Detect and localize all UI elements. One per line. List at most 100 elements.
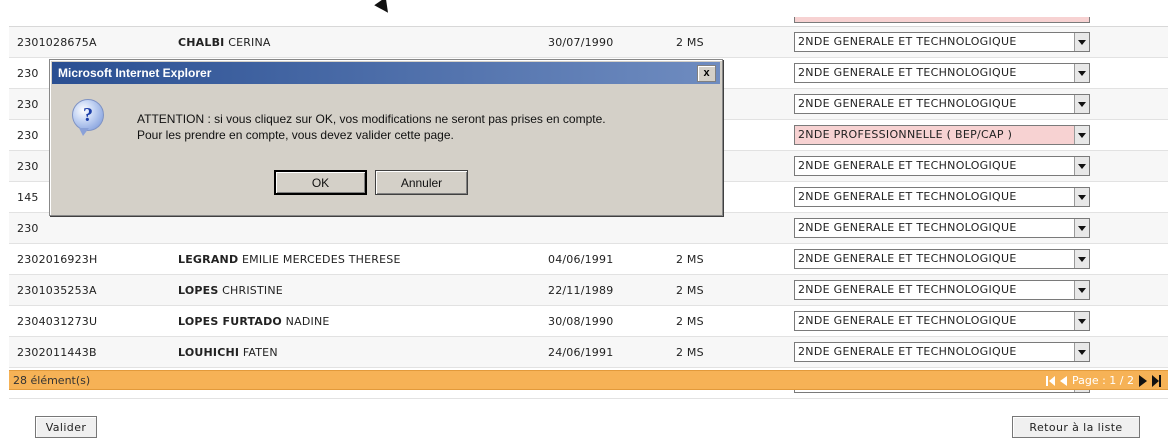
orientation-cell: 2NDE GENERALE ET TECHNOLOGIQUE: [786, 274, 1168, 306]
orientation-select-value: 2NDE GENERALE ET TECHNOLOGIQUE: [798, 159, 1017, 172]
question-icon: ?: [72, 99, 104, 136]
student-lastname: CHALBI: [178, 35, 225, 49]
orientation-select-value: 2NDE GENERALE ET TECHNOLOGIQUE: [798, 283, 1017, 296]
orientation-select[interactable]: 2NDE GENERALE ET TECHNOLOGIQUE: [794, 94, 1090, 114]
chevron-down-icon[interactable]: [1074, 64, 1089, 82]
pager: Page : 1 / 2: [1045, 374, 1162, 387]
birth-date-cell: [540, 212, 668, 244]
student-id-cell: 2301035253A: [9, 274, 170, 306]
ok-button[interactable]: OK: [274, 170, 367, 195]
student-lastname: LOPES FURTADO: [178, 314, 282, 328]
retour-liste-button[interactable]: Retour à la liste: [1012, 416, 1140, 438]
orientation-cell: 2NDE GENERALE ET TECHNOLOGIQUE: [786, 26, 1168, 58]
student-id-cell: 230: [9, 212, 170, 244]
dialog-message-line2: Pour les prendre en compte, vous devez v…: [137, 128, 454, 142]
student-firstnames: NADINE: [285, 314, 330, 328]
orientation-select[interactable]: 2NDE GENERALE ET TECHNOLOGIQUE: [794, 249, 1090, 269]
class-cell: 2 MS: [668, 274, 786, 306]
orientation-select[interactable]: 2NDE GENERALE ET TECHNOLOGIQUE: [794, 342, 1090, 362]
item-count: 28 élément(s): [13, 374, 91, 387]
chevron-down-icon[interactable]: [1074, 95, 1089, 113]
annuler-button[interactable]: Annuler: [375, 170, 468, 195]
confirm-dialog: Microsoft Internet Explorer x ? ATTENTIO…: [49, 59, 723, 216]
orientation-select[interactable]: 2NDE GENERALE ET TECHNOLOGIQUE: [794, 218, 1090, 238]
table-row: 230 2NDE GENERALE ET TECHNOLOGIQUE: [9, 212, 1168, 244]
student-firstnames: CERINA: [228, 35, 271, 49]
orientation-cell: 2NDE GENERALE ET TECHNOLOGIQUE: [786, 336, 1168, 368]
chevron-down-icon[interactable]: [1074, 33, 1089, 51]
student-id-cell: 2302016923H: [9, 243, 170, 275]
orientation-select-partial[interactable]: [794, 17, 1090, 23]
close-button[interactable]: x: [697, 65, 716, 82]
student-name-cell: LOPES FURTADO NADINE: [170, 305, 540, 337]
chevron-down-icon[interactable]: [1074, 126, 1089, 144]
chevron-down-icon[interactable]: [1074, 312, 1089, 330]
orientation-cell: 2NDE GENERALE ET TECHNOLOGIQUE: [786, 57, 1168, 89]
dialog-title: Microsoft Internet Explorer: [58, 66, 212, 80]
orientation-select-value: 2NDE GENERALE ET TECHNOLOGIQUE: [798, 97, 1017, 110]
orientation-select[interactable]: 2NDE GENERALE ET TECHNOLOGIQUE: [794, 187, 1090, 207]
valider-button[interactable]: Valider: [35, 416, 97, 438]
dialog-message: ATTENTION : si vous cliquez sur OK, vos …: [137, 111, 606, 143]
student-name-cell: LOPES CHRISTINE: [170, 274, 540, 306]
chevron-down-icon[interactable]: [1074, 250, 1089, 268]
class-cell: 2 MS: [668, 305, 786, 337]
orientation-cell: 2NDE GENERALE ET TECHNOLOGIQUE: [786, 181, 1168, 213]
orientation-cell: 2NDE GENERALE ET TECHNOLOGIQUE: [786, 305, 1168, 337]
class-cell: 2 MS: [668, 26, 786, 58]
dialog-titlebar[interactable]: Microsoft Internet Explorer x: [52, 62, 720, 84]
page-label: Page : 1 / 2: [1071, 374, 1134, 387]
student-name-cell: LEGRAND EMILIE MERCEDES THERESE: [170, 243, 540, 275]
orientation-cell: 2NDE PROFESSIONNELLE ( BEP/CAP ): [786, 119, 1168, 151]
orientation-select-value: 2NDE GENERALE ET TECHNOLOGIQUE: [798, 221, 1017, 234]
last-page-icon[interactable]: [1152, 374, 1161, 387]
dialog-message-line1: ATTENTION : si vous cliquez sur OK, vos …: [137, 112, 606, 126]
orientation-cell: 2NDE GENERALE ET TECHNOLOGIQUE: [786, 243, 1168, 275]
student-id-cell: 2304031273U: [9, 305, 170, 337]
previous-page-icon[interactable]: [1059, 375, 1067, 386]
orientation-select[interactable]: 2NDE GENERALE ET TECHNOLOGIQUE: [794, 32, 1090, 52]
class-cell: 2 MS: [668, 243, 786, 275]
student-name-cell: CHALBI CERINA: [170, 26, 540, 58]
student-lastname: LOUHICHI: [178, 345, 240, 359]
orientation-select[interactable]: 2NDE PROFESSIONNELLE ( BEP/CAP ): [794, 125, 1090, 145]
table-row: 2304031273U LOPES FURTADO NADINE 30/08/199…: [9, 305, 1168, 337]
chevron-down-icon[interactable]: [1074, 219, 1089, 237]
student-id-cell: 2302011443B: [9, 336, 170, 368]
chevron-down-icon[interactable]: [1074, 343, 1089, 361]
orientation-select[interactable]: 2NDE GENERALE ET TECHNOLOGIQUE: [794, 311, 1090, 331]
table-footer: 28 élément(s) Page : 1 / 2: [9, 370, 1168, 390]
student-id-cell: 2301028675A: [9, 26, 170, 58]
orientation-select-value: 2NDE GENERALE ET TECHNOLOGIQUE: [798, 345, 1017, 358]
chevron-down-icon[interactable]: [1074, 281, 1089, 299]
orientation-select-value: 2NDE GENERALE ET TECHNOLOGIQUE: [798, 252, 1017, 265]
student-lastname: LOPES: [178, 283, 219, 297]
chevron-down-icon[interactable]: [1074, 157, 1089, 175]
birth-date-cell: 22/11/1989: [540, 274, 668, 306]
student-lastname: LEGRAND: [178, 252, 239, 266]
birth-date-cell: 30/08/1990: [540, 305, 668, 337]
birth-date-cell: 04/06/1991: [540, 243, 668, 275]
table-row-partial: [9, 13, 1168, 27]
class-cell: [668, 212, 786, 244]
class-cell: 2 MS: [668, 336, 786, 368]
student-firstnames: CHRISTINE: [222, 283, 283, 297]
student-name-cell: LOUHICHI FATEN: [170, 336, 540, 368]
orientation-select[interactable]: 2NDE GENERALE ET TECHNOLOGIQUE: [794, 156, 1090, 176]
orientation-cell: 2NDE GENERALE ET TECHNOLOGIQUE: [786, 150, 1168, 182]
student-name-cell: [170, 212, 540, 244]
orientation-select[interactable]: 2NDE GENERALE ET TECHNOLOGIQUE: [794, 63, 1090, 83]
orientation-cell: 2NDE GENERALE ET TECHNOLOGIQUE: [786, 88, 1168, 120]
table-row: 2302016923H LEGRAND EMILIE MERCEDES THERE…: [9, 243, 1168, 275]
orientation-select-value: 2NDE GENERALE ET TECHNOLOGIQUE: [798, 190, 1017, 203]
orientation-select-value: 2NDE GENERALE ET TECHNOLOGIQUE: [798, 314, 1017, 327]
orientation-select[interactable]: 2NDE GENERALE ET TECHNOLOGIQUE: [794, 280, 1090, 300]
birth-date-cell: 24/06/1991: [540, 336, 668, 368]
orientation-select-value: 2NDE PROFESSIONNELLE ( BEP/CAP ): [798, 128, 1013, 141]
table-row: 2301035253A LOPES CHRISTINE 22/11/1989 2 MS…: [9, 274, 1168, 306]
orientation-select-value: 2NDE GENERALE ET TECHNOLOGIQUE: [798, 66, 1017, 79]
next-page-icon[interactable]: [1139, 374, 1147, 387]
orientation-cell: 2NDE GENERALE ET TECHNOLOGIQUE: [786, 212, 1168, 244]
first-page-icon[interactable]: [1045, 375, 1055, 386]
chevron-down-icon[interactable]: [1074, 188, 1089, 206]
